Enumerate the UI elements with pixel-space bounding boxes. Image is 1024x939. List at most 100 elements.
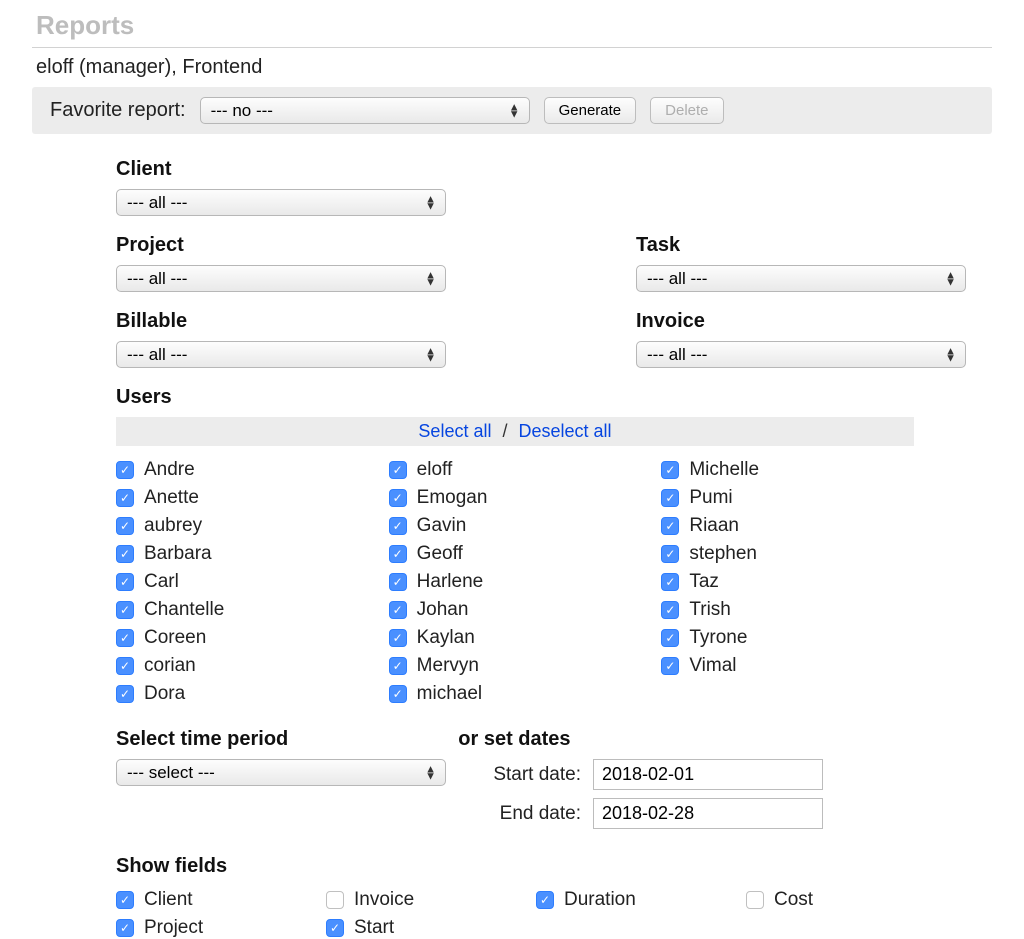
start-date-label: Start date: [476,764,581,786]
checkbox-label: Start [354,917,394,939]
checkbox[interactable]: ✓ [536,891,554,909]
checkbox[interactable]: ✓ [661,601,679,619]
users-header-bar: Select all / Deselect all [116,417,914,446]
user-checkbox-row: ✓ Carl [116,568,369,596]
checkbox-label: Trish [689,599,731,621]
checkbox-label: Pumi [689,487,732,509]
user-checkbox-row: ✓ Gavin [389,512,642,540]
user-checkbox-row: ✓ Start [326,914,496,939]
user-checkbox-row: ✓ Coreen [116,624,369,652]
checkbox-label: Dora [144,683,185,705]
user-checkbox-row: ✓ Taz [661,568,914,596]
start-date-input[interactable] [593,759,823,790]
checkbox-label: Michelle [689,459,759,481]
checkbox-label: Riaan [689,515,739,537]
divider [32,47,992,48]
checkbox[interactable]: ✓ [389,489,407,507]
user-checkbox-row: ✓Emogan [389,484,642,512]
checkbox[interactable]: ✓ [116,517,134,535]
or-set-dates-label: or set dates [458,728,570,751]
checkbox[interactable]: ✓ [661,657,679,675]
checkbox[interactable]: ✓ [746,891,764,909]
show-fields-label: Show fields [116,855,1024,878]
user-checkbox-row: ✓ Pumi [661,484,914,512]
checkbox-label: Anette [144,487,199,509]
checkbox[interactable]: ✓ [389,601,407,619]
client-select[interactable]: --- all --- [116,189,446,216]
checkbox[interactable]: ✓ [661,629,679,647]
user-checkbox-row: ✓ Barbara [116,540,369,568]
checkbox-label: Johan [417,599,469,621]
checkbox[interactable]: ✓ [389,517,407,535]
checkbox[interactable]: ✓ [661,517,679,535]
user-checkbox-row: ✓ Michelle [661,456,914,484]
checkbox[interactable]: ✓ [116,573,134,591]
client-label: Client [116,158,1024,181]
checkbox[interactable]: ✓ [116,489,134,507]
user-checkbox-row: ✓ Trish [661,596,914,624]
checkbox-label: Taz [689,571,719,593]
invoice-label: Invoice [636,310,976,333]
checkbox-label: Carl [144,571,179,593]
checkbox[interactable]: ✓ [326,919,344,937]
checkbox-label: Barbara [144,543,212,565]
time-period-select[interactable]: --- select --- [116,759,446,786]
checkbox-label: Coreen [144,627,206,649]
user-checkbox-row: ✓Mervyn [389,652,642,680]
checkbox[interactable]: ✓ [116,685,134,703]
select-all-link[interactable]: Select all [418,421,491,441]
checkbox[interactable]: ✓ [389,461,407,479]
task-label: Task [636,234,976,257]
checkbox[interactable]: ✓ [116,657,134,675]
deselect-all-link[interactable]: Deselect all [519,421,612,441]
user-checkbox-row: ✓corian [116,652,369,680]
user-checkbox-row: ✓ Anette [116,484,369,512]
user-checkbox-row: ✓ michael [389,680,642,708]
checkbox[interactable]: ✓ [116,629,134,647]
time-period-label: Select time period [116,728,288,751]
checkbox-label: aubrey [144,515,202,537]
user-checkbox-row: ✓ aubrey [116,512,369,540]
generate-button[interactable]: Generate [544,97,637,124]
checkbox-label: Vimal [689,655,736,677]
checkbox[interactable]: ✓ [661,461,679,479]
checkbox[interactable]: ✓ [389,545,407,563]
checkbox[interactable]: ✓ [116,601,134,619]
checkbox-label: Tyrone [689,627,747,649]
project-select[interactable]: --- all --- [116,265,446,292]
favorite-report-label: Favorite report: [50,99,186,122]
page-title: Reports [36,10,1008,41]
user-checkbox-row: ✓Kaylan [389,624,642,652]
checkbox[interactable]: ✓ [661,489,679,507]
billable-label: Billable [116,310,576,333]
checkbox[interactable]: ✓ [116,545,134,563]
checkbox-label: Project [144,917,203,939]
invoice-select[interactable]: --- all --- [636,341,966,368]
checkbox[interactable]: ✓ [116,891,134,909]
user-checkbox-row: ✓ Riaan [661,512,914,540]
user-checkbox-row: ✓Client [116,886,286,914]
end-date-label: End date: [476,803,581,825]
checkbox[interactable]: ✓ [389,629,407,647]
end-date-input[interactable] [593,798,823,829]
separator: / [502,421,507,441]
checkbox[interactable]: ✓ [389,657,407,675]
checkbox[interactable]: ✓ [326,891,344,909]
user-checkbox-row: ✓stephen [661,540,914,568]
checkbox[interactable]: ✓ [389,573,407,591]
user-checkbox-row: ✓ Tyrone [661,624,914,652]
checkbox-label: michael [417,683,482,705]
user-checkbox-row: ✓ Johan [389,596,642,624]
billable-select[interactable]: --- all --- [116,341,446,368]
checkbox[interactable]: ✓ [116,461,134,479]
user-checkbox-row: ✓Cost [746,886,916,914]
checkbox-label: Invoice [354,889,414,911]
favorite-report-select[interactable]: --- no --- [200,97,530,124]
checkbox[interactable]: ✓ [661,545,679,563]
task-select[interactable]: --- all --- [636,265,966,292]
checkbox-label: Gavin [417,515,467,537]
delete-button[interactable]: Delete [650,97,723,124]
checkbox[interactable]: ✓ [389,685,407,703]
checkbox[interactable]: ✓ [661,573,679,591]
checkbox[interactable]: ✓ [116,919,134,937]
